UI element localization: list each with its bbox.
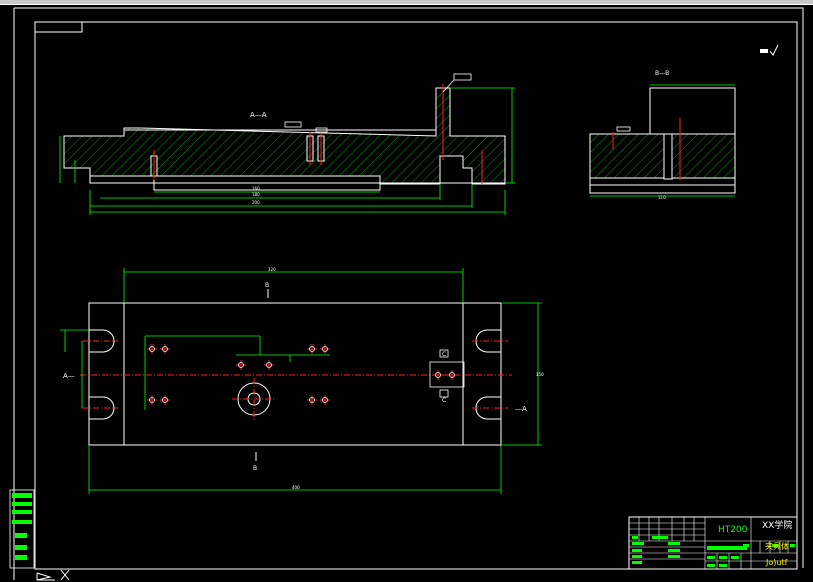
designer-name: Jo)utf: [765, 558, 788, 567]
window-top-strip-inner: [0, 4, 813, 5]
section-mark-b-bottom: B: [253, 465, 257, 472]
section-aa-label: A—A: [250, 111, 267, 119]
material-label: HT200: [718, 525, 748, 535]
section-bb-dim: 110: [658, 195, 666, 200]
cad-drawing-canvas[interactable]: A—A 160 180 200 B—B 110 320 400 150 A— —…: [0, 0, 813, 582]
plan-dim-bottom: 400: [292, 485, 300, 490]
title-block: HT200 XX学院 夹具体 Jo)utf: [628, 516, 798, 570]
drawing-name: 夹具体: [765, 541, 789, 551]
section-aa-dim-3: 200: [252, 200, 260, 205]
hole-label-c-bottom: C: [442, 397, 446, 404]
roughness-symbol-icon: [760, 44, 779, 56]
section-aa-dim-1: 160: [252, 186, 260, 191]
section-mark-b-top: B: [265, 282, 269, 289]
hole-label-c-top: C: [442, 351, 446, 358]
plan-dim-top: 320: [268, 267, 276, 272]
section-aa-dim-2: 180: [252, 192, 260, 197]
drawing-frame: [13, 7, 804, 580]
school-name: XX学院: [762, 519, 792, 531]
section-bb-label: B—B: [655, 70, 669, 77]
ucs-icon: [36, 569, 70, 581]
section-bb-view: B—B 110: [589, 70, 736, 200]
plan-dim-right: 150: [536, 372, 544, 377]
section-mark-a-right: —A: [515, 405, 527, 413]
section-aa-view: A—A 160 180 200: [59, 73, 515, 215]
plan-view: 320 400 150 A— —A B B C C: [60, 267, 544, 494]
section-mark-a-left: A—: [63, 372, 75, 380]
